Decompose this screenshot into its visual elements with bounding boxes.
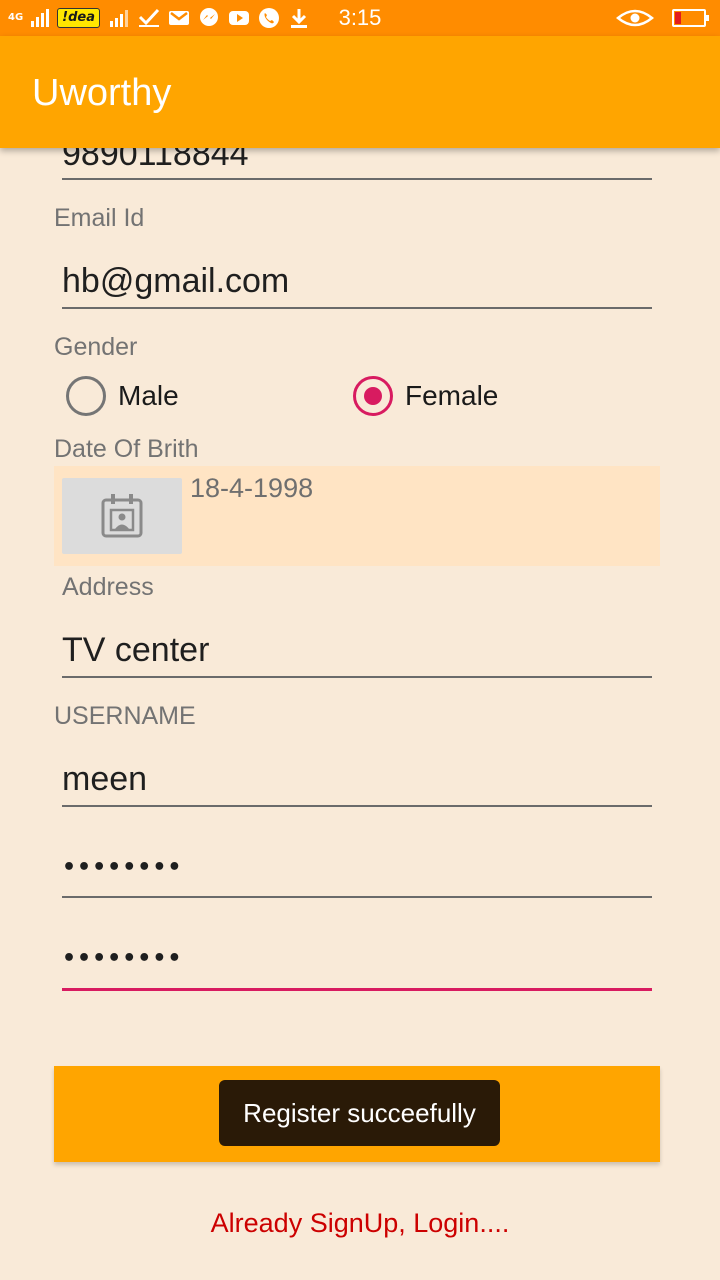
- radio-checked-icon[interactable]: [353, 376, 393, 416]
- radio-unchecked-icon[interactable]: [66, 376, 106, 416]
- email-label: Email Id: [54, 204, 145, 232]
- app-bar: Uworthy: [0, 36, 720, 148]
- email-input[interactable]: hb@gmail.com: [62, 261, 652, 301]
- status-bar-right: [616, 6, 709, 30]
- password-input[interactable]: ••••••••: [62, 853, 183, 883]
- female-label: Female: [405, 380, 499, 411]
- gender-female-radio[interactable]: Female: [353, 376, 498, 416]
- username-underline: [62, 805, 652, 807]
- status-bar: 4G !dea 3:15: [0, 0, 720, 36]
- male-label: Male: [118, 380, 179, 411]
- clock: 3:15: [338, 5, 382, 30]
- app-title: Uworthy: [32, 72, 172, 114]
- phone-input[interactable]: 9890118844: [62, 148, 652, 174]
- eye-icon: [616, 7, 654, 29]
- confirm-password-underline: [62, 988, 652, 991]
- dob-value: 18-4-1998: [190, 473, 314, 503]
- toast-message: Register succeefully: [219, 1080, 500, 1146]
- phone-underline: [62, 178, 652, 180]
- address-underline: [62, 676, 652, 678]
- email-underline: [62, 307, 652, 309]
- battery-level: [675, 12, 681, 24]
- signup-form: 9890118844 Email Id hb@gmail.com Gender …: [0, 148, 720, 1280]
- gender-label: Gender: [54, 333, 138, 361]
- login-link[interactable]: Already SignUp, Login....: [0, 1206, 720, 1240]
- username-label: USERNAME: [54, 702, 196, 730]
- battery-icon: [672, 9, 709, 27]
- gender-male-radio[interactable]: Male: [66, 376, 179, 416]
- dob-label: Date Of Brith: [54, 435, 199, 463]
- dob-picker: 18-4-1998: [54, 466, 660, 566]
- calendar-icon: [101, 494, 143, 538]
- calendar-button[interactable]: [62, 478, 182, 554]
- confirm-password-input[interactable]: ••••••••: [62, 944, 183, 974]
- address-input[interactable]: TV center: [62, 630, 652, 670]
- password-underline: [62, 896, 652, 898]
- address-label: Address: [62, 573, 154, 601]
- username-input[interactable]: meen: [62, 759, 652, 799]
